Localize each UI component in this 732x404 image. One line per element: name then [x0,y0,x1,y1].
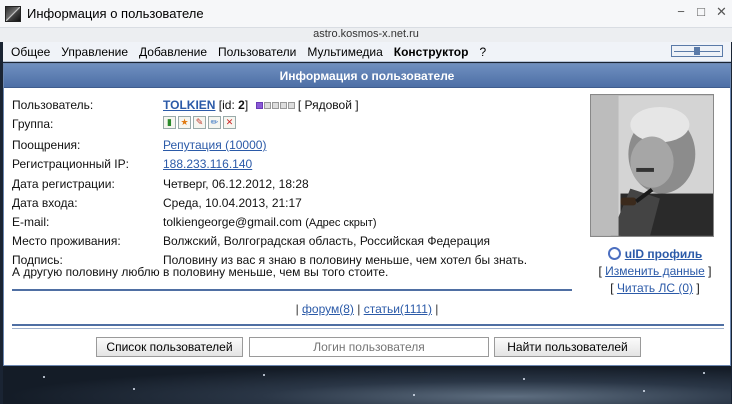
divider [12,289,572,291]
users-list-button[interactable]: Список пользователей [96,337,243,357]
menu-item-constructor[interactable]: Конструктор [394,45,469,59]
pm-row: [ Читать ЛС (0) ] [590,280,720,297]
pm-bracket-open: [ [610,281,617,295]
star-icon [263,374,265,376]
menu-item-general[interactable]: Общее [11,45,50,59]
reg-date-label: Дата регистрации: [12,177,115,191]
uid-icon [607,247,621,260]
rank-box-icon [255,102,263,110]
star-icon [703,372,705,374]
user-id: 2 [238,98,245,112]
menu-item-users[interactable]: Пользователи [218,45,296,59]
maximize-icon[interactable]: □ [696,4,706,20]
location-label: Место проживания: [12,234,121,248]
reg-date-value: Четверг, 06.12.2012, 18:28 [163,177,309,191]
divider [12,324,724,326]
read-pm-link[interactable]: Читать ЛС (0) [617,281,693,295]
email-note: (Адрес скрыт) [305,217,377,229]
forum-link[interactable]: форум(8) [302,302,354,316]
reputation-link[interactable]: Репутация (10000) [163,137,266,153]
rewards-label: Поощрения: [12,138,81,152]
user-label: Пользователь: [12,98,94,112]
profile-side-links: uID профиль [ Изменить данные ] [ Читать… [590,246,720,297]
login-date-value: Среда, 10.04.2013, 21:17 [163,196,302,210]
menu-item-help[interactable]: ? [479,45,486,59]
app-icon [5,5,21,22]
panel-title: Информация о пользователе [4,64,730,88]
login-search-input[interactable] [249,337,489,357]
rank-name: [ Рядовой ] [297,98,359,112]
stats-sep: | [431,302,439,316]
menu-item-multimedia[interactable]: Мультимедиа [307,45,382,59]
uid-profile-link[interactable]: uID профиль [625,247,702,261]
edit-bracket-close: ] [704,264,712,278]
username-link[interactable]: TOLKIEN [163,98,215,112]
pm-bracket-close: ] [693,281,700,295]
star-icon [523,378,525,380]
stats-sep: | [353,302,364,316]
admin-menu: Общее Управление Добавление Пользователи… [3,42,731,62]
signature-line2: А другую половину люблю в половину меньш… [12,265,389,279]
menu-item-add[interactable]: Добавление [139,45,207,59]
location-value: Волжский, Волгоградская область, Российс… [163,234,491,248]
email-value: tolkiengeorge@gmail.com (Адрес скрыт) [163,214,377,231]
user-id-prefix: [id: [218,98,239,112]
background-image [3,366,731,404]
delete-icon[interactable]: ✕ [223,116,236,129]
star-icon [413,394,415,396]
user-value: TOLKIEN [id: 2] [ Рядовой ] [163,97,359,113]
menu-item-management[interactable]: Управление [61,45,128,59]
user-search: Список пользователей Найти пользователей [4,337,730,359]
activity-stats: | форум(8) | статьи(1111) | [4,302,730,316]
close-icon[interactable]: ✕ [716,4,727,20]
star-icon[interactable]: ★ [178,116,191,129]
rank-indicator [255,102,295,110]
user-avatar [590,94,714,237]
divider [12,328,724,329]
find-users-button[interactable]: Найти пользователей [494,337,641,357]
reg-ip-label: Регистрационный IP: [12,157,129,171]
email-address: tolkiengeorge@gmail.com [163,215,302,229]
group-icons: ▮ ★ ✎ ✏ ✕ [163,116,236,129]
address-bar: astro.kosmos-x.net.ru [0,28,732,42]
star-icon [643,390,645,392]
edit-profile-link[interactable]: Изменить данные [605,264,705,278]
edit-row: [ Изменить данные ] [590,263,720,280]
rank-box-icon [279,102,287,110]
rank-box-icon [287,102,295,110]
uid-profile-row: uID профиль [590,246,720,263]
window-title: Информация о пользователе [27,6,204,21]
edit-icon[interactable]: ✎ [193,116,206,129]
reg-ip-link[interactable]: 188.233.116.140 [163,156,252,172]
user-info-panel: Информация о пользователе Пользователь: … [3,63,731,366]
email-label: E-mail: [12,215,50,229]
rank-box-icon [271,102,279,110]
user-id-suffix: ] [244,98,249,112]
login-date-label: Дата входа: [12,196,78,210]
width-slider[interactable] [671,45,723,57]
articles-link[interactable]: статьи(1111) [364,302,432,316]
star-icon [43,376,45,378]
window-titlebar: Информация о пользователе − □ ✕ [0,0,732,28]
rank-box-icon [263,102,271,110]
minimize-icon[interactable]: − [676,4,686,20]
group-label: Группа: [12,117,54,131]
avatar-portrait-icon [591,95,713,236]
window-controls: − □ ✕ [676,4,727,20]
pencil-icon[interactable]: ✏ [208,116,221,129]
star-icon [133,388,135,390]
chart-icon[interactable]: ▮ [163,116,176,129]
